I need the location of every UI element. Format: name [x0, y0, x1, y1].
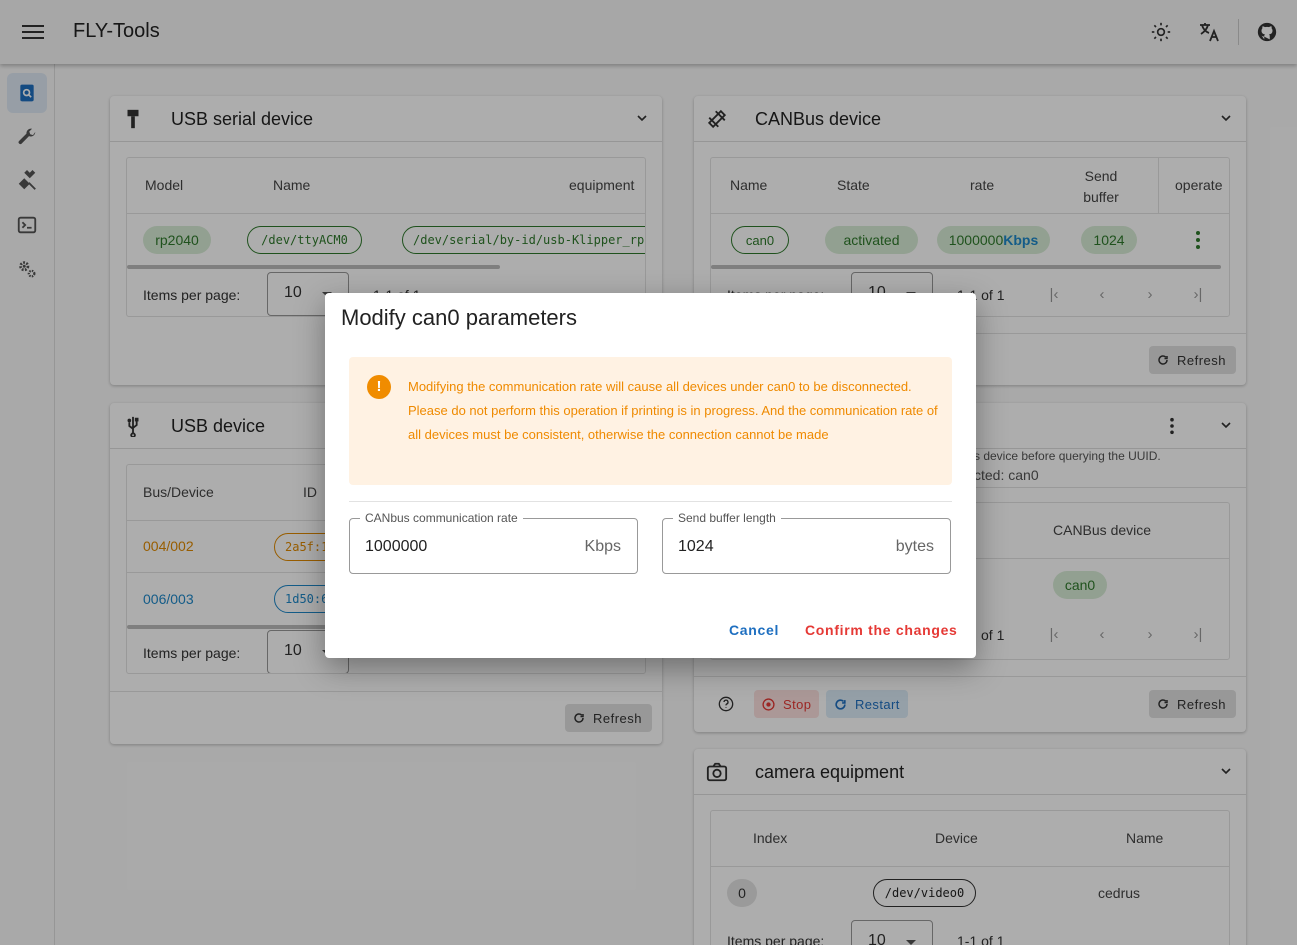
cancel-button[interactable]: Cancel — [729, 622, 779, 638]
send-buffer-suffix: bytes — [895, 538, 934, 555]
modify-can0-dialog: Modify can0 parameters ! Modifying the c… — [325, 293, 976, 658]
dialog-title: Modify can0 parameters — [341, 305, 577, 330]
confirm-changes-button[interactable]: Confirm the changes — [805, 622, 958, 638]
send-buffer-field[interactable]: Send buffer length 1024 bytes — [662, 511, 951, 574]
dialog-divider — [349, 501, 952, 502]
send-buffer-value[interactable]: 1024 — [678, 538, 714, 556]
send-buffer-label: Send buffer length — [673, 511, 781, 525]
warning-text: Modifying the communication rate will ca… — [408, 379, 938, 442]
warning-icon: ! — [367, 375, 391, 399]
warning-alert: ! Modifying the communication rate will … — [349, 357, 952, 485]
canbus-rate-label: CANbus communication rate — [360, 511, 523, 525]
canbus-rate-value[interactable]: 1000000 — [365, 538, 427, 556]
canbus-rate-suffix: Kbps — [584, 538, 621, 555]
canbus-rate-field[interactable]: CANbus communication rate 1000000 Kbps — [349, 511, 638, 574]
